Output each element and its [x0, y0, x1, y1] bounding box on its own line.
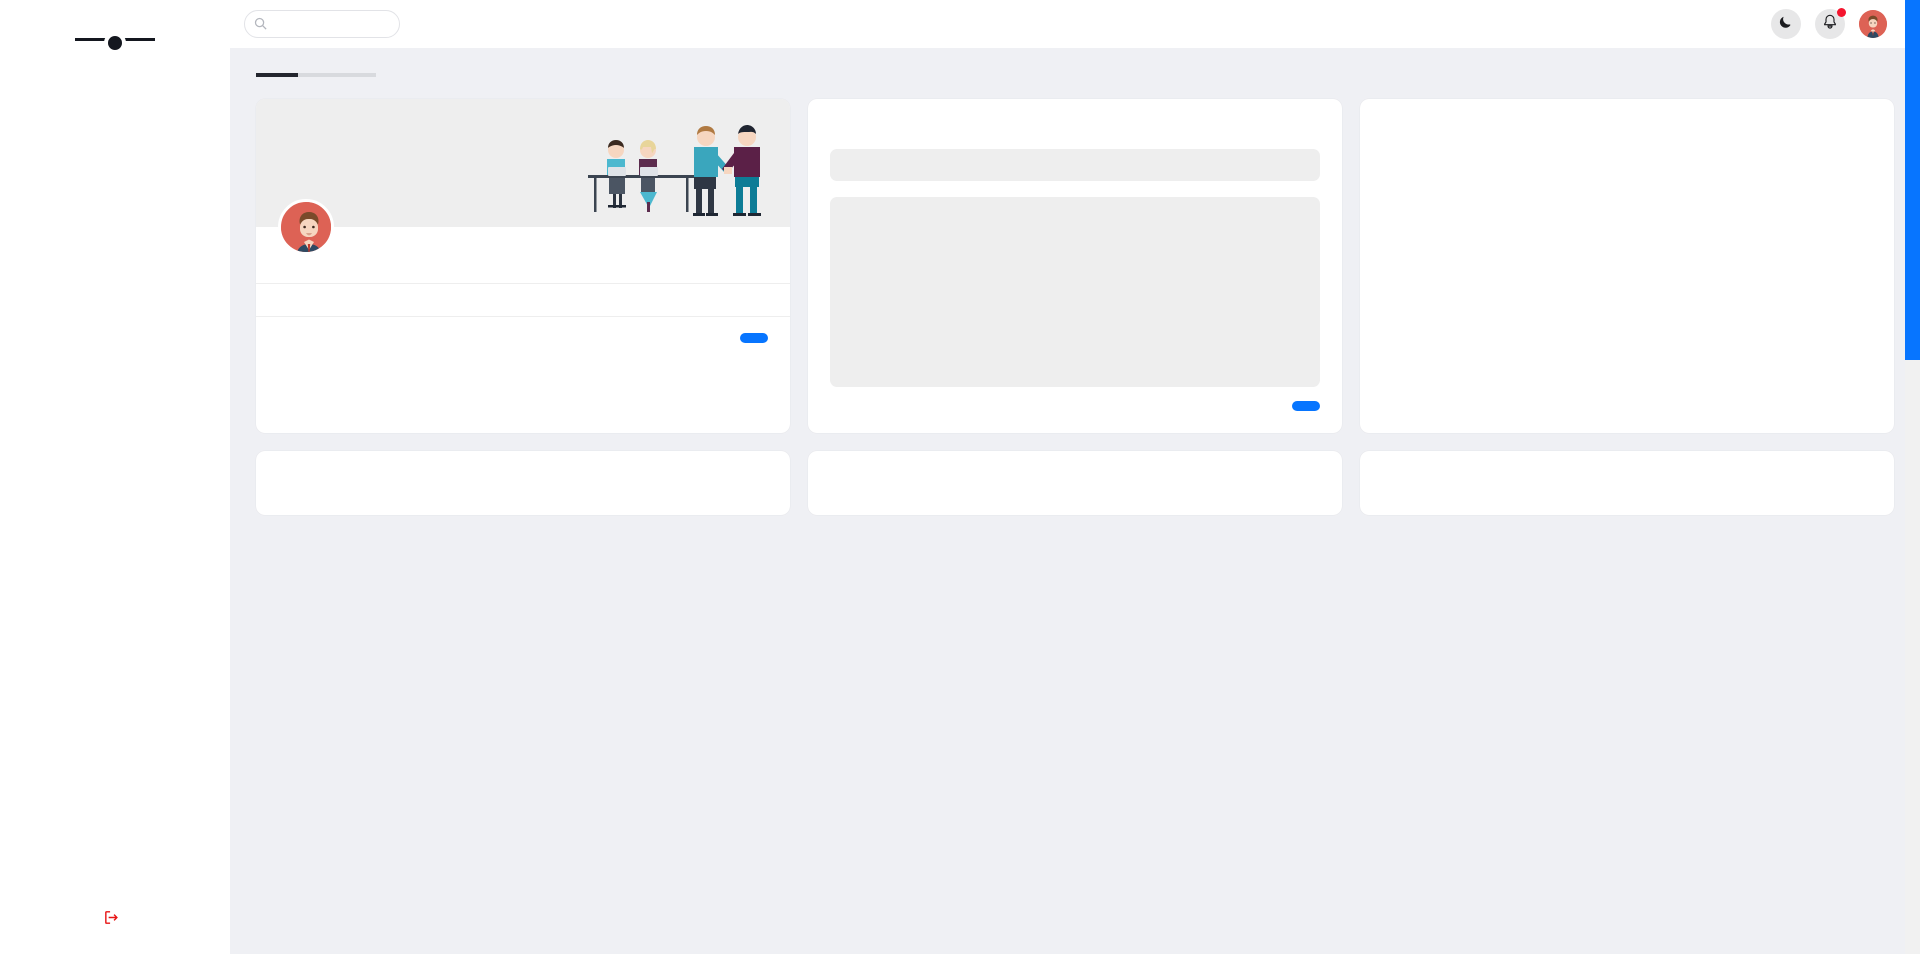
- dashboard-content: [230, 48, 1920, 954]
- team-handshake-illustration: [582, 117, 772, 227]
- quick-draft-card: [808, 99, 1342, 433]
- main-area: [230, 0, 1920, 954]
- draft-thought-textarea[interactable]: [830, 197, 1320, 387]
- topbar: [230, 0, 1920, 48]
- save-button[interactable]: [1292, 401, 1320, 411]
- latest-news-card: [808, 451, 1342, 515]
- welcome-card: [256, 99, 790, 433]
- search-input[interactable]: [244, 10, 400, 38]
- notifications-button[interactable]: [1815, 8, 1846, 39]
- notification-badge: [1837, 8, 1846, 17]
- page-title-underline: [256, 73, 376, 77]
- user-menu[interactable]: [1859, 10, 1894, 38]
- welcome-avatar: [278, 199, 334, 255]
- draft-title-input[interactable]: [830, 149, 1320, 181]
- moon-icon: [1778, 14, 1794, 35]
- page-scrollbar[interactable]: [1905, 0, 1920, 954]
- welcome-header: [256, 99, 790, 227]
- topbar-right: [1771, 8, 1894, 39]
- dashboard-grid-row-1: [256, 99, 1894, 433]
- yearly-targets-card: [1360, 99, 1894, 433]
- welcome-stats: [256, 283, 790, 317]
- avatar: [1859, 10, 1887, 38]
- search-box[interactable]: [244, 10, 400, 38]
- bell-icon: [1822, 14, 1838, 35]
- brand-divider: [18, 28, 212, 50]
- sidebar: [0, 0, 230, 954]
- dark-mode-toggle[interactable]: [1771, 9, 1801, 39]
- logout-arrow-icon: [103, 909, 120, 930]
- profile-button[interactable]: [740, 333, 768, 343]
- logout-button[interactable]: [18, 909, 212, 930]
- app-root: [0, 0, 1920, 954]
- scrollbar-thumb[interactable]: [1905, 0, 1920, 360]
- latest-tasks-card: [1360, 451, 1894, 515]
- tickets-statistics-card: [256, 451, 790, 515]
- welcome-footer: [256, 317, 790, 359]
- dashboard-grid-row-2: [256, 451, 1894, 515]
- welcome-spacer: [256, 227, 790, 283]
- quick-draft-footer: [830, 387, 1320, 411]
